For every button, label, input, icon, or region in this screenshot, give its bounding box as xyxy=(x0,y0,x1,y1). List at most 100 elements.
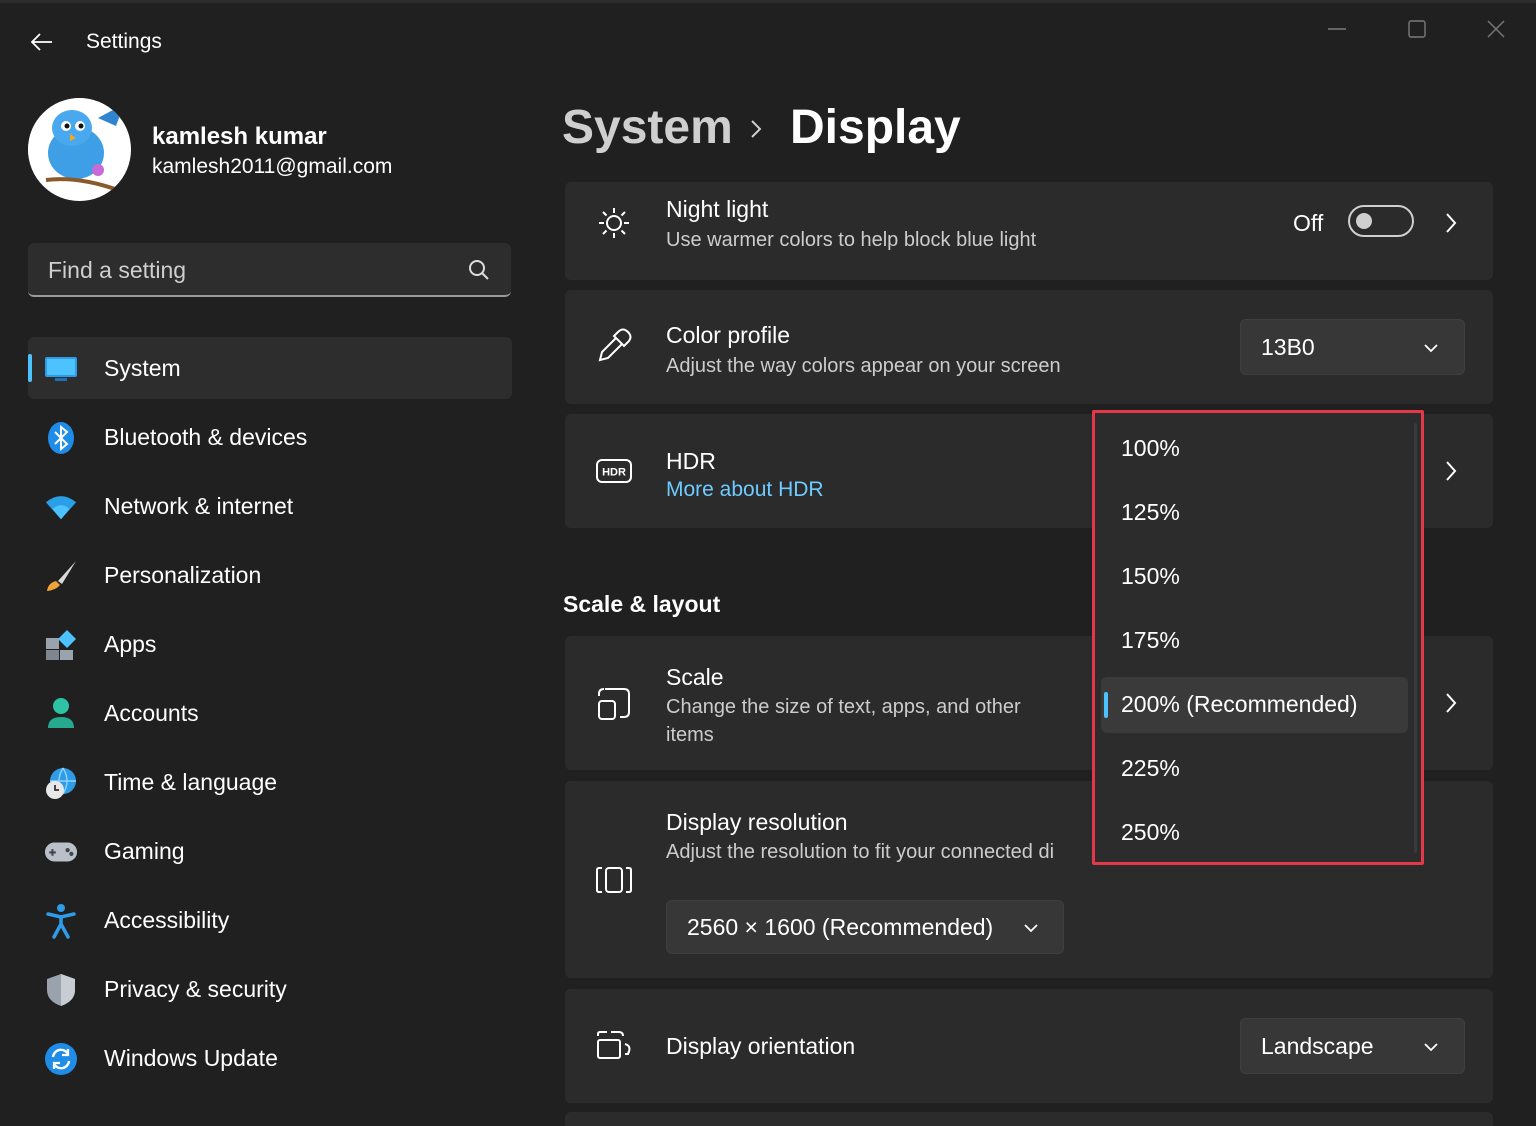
sidebar-item-label: Time & language xyxy=(104,768,278,795)
scrollbar[interactable] xyxy=(1414,423,1417,853)
orientation-icon xyxy=(595,1027,633,1065)
hdr-icon: HDR xyxy=(595,452,633,490)
bluetooth-icon xyxy=(44,421,78,455)
search-box[interactable] xyxy=(28,243,511,297)
sidebar-item-label: Personalization xyxy=(104,561,262,588)
orientation-value: Landscape xyxy=(1261,1033,1374,1059)
person-icon xyxy=(44,697,78,731)
apps-icon xyxy=(44,628,78,662)
sidebar-item-gaming[interactable]: Gaming xyxy=(28,820,512,882)
resolution-dropdown[interactable]: 2560 × 1600 (Recommended) xyxy=(666,900,1064,954)
display-orientation-title: Display orientation xyxy=(666,1033,856,1059)
chevron-down-icon xyxy=(1424,344,1438,353)
hdr-title: HDR xyxy=(666,448,716,474)
user-email: kamlesh2011@gmail.com xyxy=(152,155,393,178)
night-light-card[interactable]: Night light Use warmer colors to help bl… xyxy=(565,182,1493,280)
scale-option-150[interactable]: 150% xyxy=(1101,549,1408,605)
update-icon xyxy=(44,1042,78,1076)
wifi-icon xyxy=(44,490,78,524)
sidebar-item-label: Apps xyxy=(104,630,157,657)
sidebar-item-accessibility[interactable]: Accessibility xyxy=(28,889,512,951)
scale-option-250[interactable]: 250% xyxy=(1101,805,1408,861)
scale-option-125[interactable]: 125% xyxy=(1101,485,1408,541)
chevron-right-icon[interactable] xyxy=(1443,211,1459,235)
sidebar-item-apps[interactable]: Apps xyxy=(28,613,512,675)
minimize-icon xyxy=(1328,28,1346,30)
sidebar-item-label: Accessibility xyxy=(104,906,230,933)
scale-option-label: 250% xyxy=(1121,819,1180,845)
orientation-dropdown[interactable]: Landscape xyxy=(1240,1018,1465,1074)
search-icon[interactable] xyxy=(467,258,491,282)
sidebar-item-label: Privacy & security xyxy=(104,975,287,1002)
resolution-value: 2560 × 1600 (Recommended) xyxy=(687,914,994,940)
search-input[interactable] xyxy=(46,253,450,287)
sidebar-item-label: Gaming xyxy=(104,837,185,864)
gamepad-icon xyxy=(44,835,78,869)
section-title: Scale & layout xyxy=(563,591,721,617)
sidebar-item-system[interactable]: System xyxy=(28,337,512,399)
sidebar-item-accounts[interactable]: Accounts xyxy=(28,682,512,744)
avatar[interactable] xyxy=(28,98,131,201)
user-name: kamlesh kumar xyxy=(152,123,327,150)
scale-option-100[interactable]: 100% xyxy=(1101,421,1408,477)
scale-option-label: 150% xyxy=(1121,563,1180,589)
scale-option-label: 225% xyxy=(1121,755,1180,781)
scale-option-200-recommended[interactable]: 200% (Recommended) xyxy=(1101,677,1408,733)
color-profile-value: 13B0 xyxy=(1261,334,1315,360)
app-title: Settings xyxy=(86,30,162,53)
scale-options-menu: 100% 125% 150% 175% 200% (Recommended) 2… xyxy=(1092,410,1424,865)
toggle-knob xyxy=(1356,213,1372,229)
sidebar-item-personalization[interactable]: Personalization xyxy=(28,544,512,606)
night-light-subtitle: Use warmer colors to help block blue lig… xyxy=(666,229,1037,251)
color-profile-card: Color profile Adjust the way colors appe… xyxy=(565,290,1493,404)
night-light-title: Night light xyxy=(666,196,769,222)
scale-icon xyxy=(595,685,633,723)
chevron-right-icon[interactable] xyxy=(1443,459,1459,483)
close-icon xyxy=(1487,20,1505,38)
scale-option-label: 200% (Recommended) xyxy=(1121,691,1358,717)
sidebar-item-label: Bluetooth & devices xyxy=(104,423,308,450)
color-profile-subtitle: Adjust the way colors appear on your scr… xyxy=(666,355,1061,377)
color-profile-dropdown[interactable]: 13B0 xyxy=(1240,319,1465,375)
scale-title: Scale xyxy=(666,664,724,690)
night-light-toggle[interactable] xyxy=(1348,205,1414,237)
chevron-down-icon xyxy=(1424,1043,1438,1052)
sidebar-item-label: System xyxy=(104,354,181,381)
more-about-hdr-link[interactable]: More about HDR xyxy=(666,478,824,502)
sidebar-item-network[interactable]: Network & internet xyxy=(28,475,512,537)
display-resolution-subtitle: Adjust the resolution to fit your connec… xyxy=(666,841,1055,863)
settings-window: Settings kamlesh kumar kamlesh2011@gmail… xyxy=(0,0,1536,1126)
sidebar-item-label: Network & internet xyxy=(104,492,294,519)
eyedropper-icon xyxy=(595,327,633,365)
breadcrumb-chevron-icon xyxy=(751,120,762,138)
back-button[interactable] xyxy=(26,26,58,58)
chevron-down-icon xyxy=(1024,924,1038,933)
sidebar-nav: System Bluetooth & devices Network & int… xyxy=(28,337,512,1096)
scale-option-175[interactable]: 175% xyxy=(1101,613,1408,669)
sidebar-item-label: Accounts xyxy=(104,699,199,726)
svg-text:HDR: HDR xyxy=(602,467,626,479)
title-bar: Settings xyxy=(0,0,1536,84)
scale-option-label: 100% xyxy=(1121,435,1180,461)
color-profile-title: Color profile xyxy=(666,322,790,348)
maximize-icon xyxy=(1408,20,1426,38)
sidebar-item-privacy-security[interactable]: Privacy & security xyxy=(28,958,512,1020)
scale-subtitle-line1: Change the size of text, apps, and other xyxy=(666,696,1021,718)
scale-option-label: 175% xyxy=(1121,627,1180,653)
brightness-icon xyxy=(595,204,633,242)
accessibility-icon xyxy=(44,904,78,939)
page-title: Display xyxy=(790,101,961,154)
breadcrumb-parent[interactable]: System xyxy=(562,100,733,155)
back-arrow-icon xyxy=(30,33,52,51)
sidebar-item-time-language[interactable]: Time & language xyxy=(28,751,512,813)
close-button[interactable] xyxy=(1476,12,1516,46)
minimize-button[interactable] xyxy=(1317,12,1357,46)
night-light-state: Off xyxy=(1293,210,1324,236)
scale-option-225[interactable]: 225% xyxy=(1101,741,1408,797)
sidebar-item-windows-update[interactable]: Windows Update xyxy=(28,1027,512,1089)
chevron-right-icon[interactable] xyxy=(1443,691,1459,715)
sidebar-item-bluetooth[interactable]: Bluetooth & devices xyxy=(28,406,512,468)
scale-subtitle-line2: items xyxy=(666,724,714,746)
maximize-button[interactable] xyxy=(1397,12,1437,46)
next-card xyxy=(565,1112,1493,1126)
